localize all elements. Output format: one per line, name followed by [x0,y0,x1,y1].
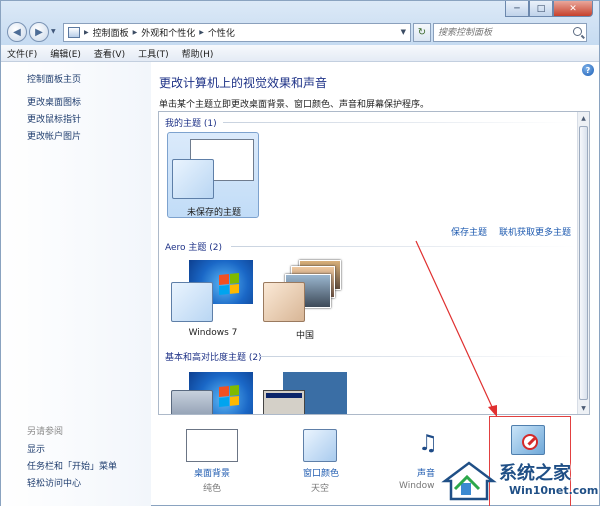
annotation-arrow [415,240,497,417]
annotation-arrow-head [488,405,497,417]
annotation-arrow-line [415,240,494,410]
watermark-title: 系统之家 [499,463,571,484]
watermark-url: Win10net.com [509,484,599,497]
personalization-window: ─ □ ✕ ◀ ▶ ▼ ▶ 控制面板 ▶ 外观和个性化 ▶ 个性化 ▼ ↻ 文件… [0,0,600,506]
house-logo-icon [441,461,497,501]
